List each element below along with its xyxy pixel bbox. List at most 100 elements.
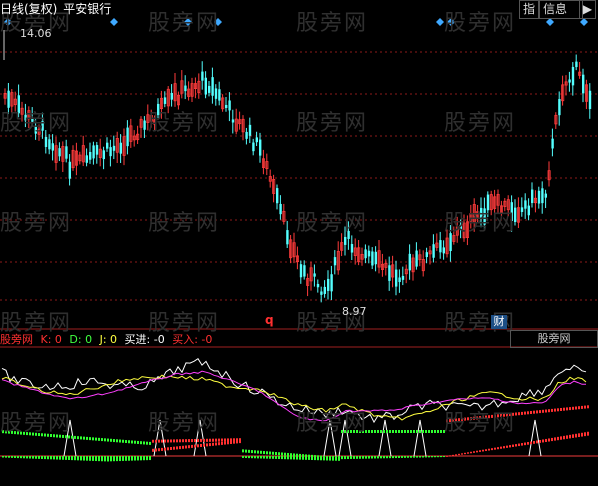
histogram-bar — [299, 453, 301, 457]
histogram-bar — [149, 441, 151, 445]
candle-body — [320, 291, 323, 295]
histogram-bar — [524, 411, 526, 415]
candle-body — [344, 236, 347, 245]
histogram-bar — [461, 453, 463, 455]
histogram-bar — [314, 455, 316, 459]
histogram-bar — [131, 456, 133, 461]
histogram-bar — [173, 446, 175, 450]
histogram-bar — [410, 430, 412, 433]
histogram-bar — [446, 455, 448, 457]
histogram-bar — [497, 447, 499, 450]
histogram-bar — [23, 456, 25, 459]
histogram-bar — [176, 446, 178, 450]
histogram-bar — [110, 438, 112, 442]
histogram-bar — [557, 436, 559, 441]
histogram-bar — [380, 456, 382, 459]
histogram-bar — [248, 449, 250, 453]
histogram-bar — [518, 412, 520, 416]
candle-body — [279, 203, 282, 215]
histogram-bar — [455, 454, 457, 456]
histogram-bar — [584, 432, 586, 437]
candle-body — [582, 74, 585, 94]
histogram-bar — [14, 456, 16, 458]
finance-button[interactable]: 财 — [491, 315, 507, 329]
histogram-bar — [227, 441, 229, 445]
histogram-bar — [386, 430, 388, 433]
histogram-bar — [260, 450, 262, 454]
histogram-bar — [212, 442, 214, 446]
histogram-bar — [287, 452, 289, 456]
histogram-bar — [482, 449, 484, 452]
histogram-bar — [260, 456, 262, 459]
candle-body — [286, 230, 289, 245]
histogram-bar — [419, 456, 421, 458]
watermark-text: 股旁网 — [444, 11, 517, 36]
histogram-bar — [338, 457, 340, 461]
histogram-bar — [20, 456, 22, 459]
histogram-bar — [539, 439, 541, 443]
histogram-bar — [191, 439, 193, 443]
candle-body — [425, 252, 428, 258]
histogram-bar — [284, 456, 286, 460]
histogram-bar — [587, 405, 589, 409]
histogram-bar — [326, 456, 328, 460]
histogram-bar — [512, 444, 514, 447]
indicator-button[interactable]: 指 — [519, 0, 540, 19]
buy-signal-spike — [413, 419, 427, 457]
candle-body — [395, 269, 398, 287]
histogram-bar — [95, 456, 97, 462]
scroll-right-arrow-icon[interactable]: ▶ — [579, 0, 596, 19]
histogram-bar — [449, 455, 451, 457]
histogram-bar — [167, 439, 169, 443]
histogram-bar — [179, 439, 181, 443]
histogram-bar — [254, 456, 256, 459]
candle-body — [143, 120, 146, 130]
histogram-bar — [53, 456, 55, 460]
candle-body — [388, 265, 391, 281]
histogram-bar — [74, 435, 76, 439]
histogram-bar — [278, 452, 280, 456]
histogram-bar — [272, 451, 274, 455]
histogram-bar — [251, 456, 253, 459]
histogram-bar — [50, 456, 52, 460]
histogram-bar — [572, 406, 574, 410]
candle-body — [432, 244, 435, 258]
candle-body — [371, 251, 374, 266]
histogram-bar — [413, 430, 415, 433]
histogram-bar — [167, 447, 169, 451]
histogram-bar — [242, 449, 244, 453]
histogram-bar — [215, 438, 217, 442]
histogram-bar — [584, 405, 586, 409]
histogram-bar — [233, 440, 235, 444]
histogram-bar — [281, 456, 283, 460]
histogram-bar — [308, 454, 310, 458]
watermark-text: 股旁网 — [148, 111, 221, 136]
signal-diamond-icon — [546, 18, 554, 26]
histogram-bar — [344, 456, 346, 460]
histogram-bar — [353, 456, 355, 459]
histogram-bar — [458, 453, 460, 456]
candle-body — [109, 147, 112, 157]
histogram-bar — [197, 444, 199, 448]
histogram-bar — [527, 411, 529, 415]
candle-body — [201, 71, 204, 81]
histogram-bar — [464, 452, 466, 455]
histogram-bar — [203, 438, 205, 442]
candle-body — [408, 253, 411, 271]
histogram-bar — [158, 448, 160, 452]
histogram-bar — [452, 454, 454, 456]
histogram-bar — [428, 430, 430, 433]
period-label[interactable]: 日线(复权) — [0, 2, 57, 16]
candle-body — [218, 89, 221, 101]
histogram-bar — [122, 439, 124, 443]
info-button[interactable]: 信息 — [539, 0, 583, 19]
histogram-bar — [572, 434, 574, 438]
histogram-bar — [35, 456, 37, 459]
histogram-bar — [524, 442, 526, 446]
q-marker[interactable]: q — [265, 313, 274, 327]
histogram-bar — [332, 456, 334, 460]
histogram-bar — [389, 456, 391, 459]
histogram-bar — [416, 456, 418, 458]
indicator-selector[interactable]: 股旁网 — [510, 330, 598, 348]
histogram-bar — [152, 448, 154, 452]
